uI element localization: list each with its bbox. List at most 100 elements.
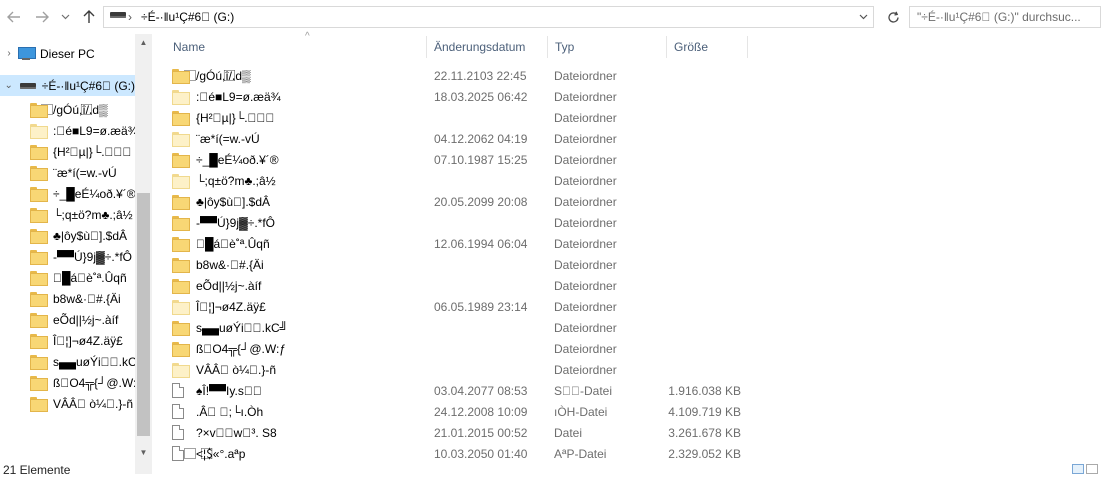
details-view-icon[interactable] [1072,464,1084,474]
file-row[interactable]: :⃞é■L9=ø.æä¾ 18.03.2025 06:42 Dateiordner [162,86,748,107]
recent-locations-button[interactable] [58,6,72,28]
file-row[interactable]: ?×v⃞⃞w⃞³. S8 21.01.2015 00:52 Datei 3.261.6… [162,422,748,443]
sidebar-item-label: Dieser PC [40,46,95,61]
address-dropdown-button[interactable] [853,7,873,27]
breadcrumb-separator[interactable]: › [128,10,132,24]
item-count: 21 Elemente [3,463,71,477]
sidebar-folder-item[interactable]: ß⃞O4╦{┘@.W:ƒ [0,372,143,393]
drive-icon [110,12,126,18]
sidebar-scrollbar[interactable]: ▲ ▼ [135,34,152,474]
file-row[interactable]: ♣|ôy$ù⃞].$dÂ 20.05.2099 20:08 Dateiordner [162,191,748,212]
file-date: 12.06.1994 06:04 [434,236,528,251]
file-row[interactable]: b8w&·⃞#.{Äi Dateiordner [162,254,748,275]
file-row[interactable]: ♠Î!▀▀Iy.s⃞⃞ 03.04.2077 08:53 S⃞⃞-Datei 1.91… [162,380,748,401]
sidebar-folder-item[interactable]: eÕd||½j~.àíf [0,309,118,330]
file-size: 4.109.719 KB [668,404,741,419]
sidebar-folder-item[interactable]: ⃞/gÓú,î/.⃞d▒ [0,99,108,120]
folder-icon [172,321,190,336]
sidebar-folder-item[interactable]: ¨æ*í(=w.-vÚ [0,162,117,183]
sidebar-folder-item[interactable]: ⃞█á⃞è˚ª.Ûqñ [0,267,127,288]
file-row[interactable]: ⃞/gÓú,î/.⃞d▒ 22.11.2103 22:45 Dateiordner [162,65,748,86]
sidebar-folder-item[interactable]: {H²⃞µ|}└.⃞⃞⃞ [0,141,132,162]
file-name-cell[interactable]: .Â⃞ ⃞;└ı.Òh [172,401,263,422]
file-name-cell[interactable]: b8w&·⃞#.{Äi [172,254,264,275]
folder-icon [30,187,48,202]
file-name-cell[interactable]: ⃞<¦$⃞«°.aªp [172,443,245,464]
file-row[interactable]: Î⃞¦]¬ø4Z.äÿ£ 06.05.1989 23:14 Dateiordner [162,296,748,317]
file-name-cell[interactable]: eÕd||½j~.àíf [172,275,261,296]
column-header-type[interactable]: Typ [548,34,666,60]
file-name-cell[interactable]: ÷_█eÉ¼oð.¥´® [172,149,279,170]
file-name-cell[interactable]: ß⃞O4╦{┘@.W:ƒ [172,338,286,359]
sidebar-folder-item[interactable]: └;q±ö?m♣.;â½ [0,204,133,225]
file-name-cell[interactable]: ⃞█á⃞è˚ª.Ûqñ [172,233,270,254]
file-name-cell[interactable]: ?×v⃞⃞w⃞³. S8 [172,422,277,443]
file-row[interactable]: VÂÂ⃞ ò¼⃞.}-ñ Dateiordner [162,359,748,380]
file-row[interactable]: {H²⃞µ|}└.⃞⃞⃞ Dateiordner [162,107,748,128]
file-name-cell[interactable]: s▄▄uøÝi⃞⃞.kC╝ [172,317,288,338]
file-row[interactable]: -▀▀Ú}9j▓÷.*fÔ Dateiordner [162,212,748,233]
sidebar-item-this-pc[interactable]: › Dieser PC [0,43,95,64]
address-toolbar: › ÷É-·‖u¹Ç#6⃞ (G:) "÷É-·‖u¹Ç#6⃞ (G:)" du… [0,0,1101,34]
file-name-cell[interactable]: -▀▀Ú}9j▓÷.*fÔ [172,212,275,233]
file-name: :⃞é■L9=ø.æä¾ [196,89,281,104]
file-size [663,65,741,86]
sidebar-folder-item[interactable]: ÷_█eÉ¼oð.¥´® [0,183,136,204]
collapse-chevron-icon[interactable]: ⌄ [2,80,15,91]
file-row[interactable]: s▄▄uøÝi⃞⃞.kC╝ Dateiordner [162,317,748,338]
sidebar-folder-item[interactable]: Î⃞¦]¬ø4Z.äÿ£ [0,330,123,351]
sidebar-folder-item[interactable]: -▀▀Ú}9j▓÷.*fÔ [0,246,132,267]
file-row[interactable]: eÕd||½j~.àíf Dateiordner [162,275,748,296]
sidebar-folder-item[interactable]: :⃞é■L9=ø.æä¾ [0,120,138,141]
address-bar[interactable]: › ÷É-·‖u¹Ç#6⃞ (G:) [103,6,874,28]
file-name-cell[interactable]: {H²⃞µ|}└.⃞⃞⃞ [172,107,275,128]
file-row[interactable]: ß⃞O4╦{┘@.W:ƒ Dateiordner [162,338,748,359]
computer-icon [18,46,36,61]
sidebar-folder-item[interactable]: b8w&·⃞#.{Äi [0,288,121,309]
file-size [663,296,741,317]
file-row[interactable]: ⃞█á⃞è˚ª.Ûqñ 12.06.1994 06:04 Dateiordner [162,233,748,254]
file-name-cell[interactable]: :⃞é■L9=ø.æä¾ [172,86,281,107]
file-name-cell[interactable]: VÂÂ⃞ ò¼⃞.}-ñ [172,359,276,380]
sidebar-item-label: ♣|ôy$ù⃞].$dÂ [53,228,128,243]
file-name-cell[interactable]: └;q±ö?m♣.;â½ [172,170,276,191]
up-button[interactable] [79,6,99,28]
sidebar-item-label: b8w&·⃞#.{Äi [53,291,121,306]
scroll-up-arrow-icon[interactable]: ▲ [135,34,152,51]
file-name-cell[interactable]: Î⃞¦]¬ø4Z.äÿ£ [172,296,266,317]
file-name-cell[interactable]: ♠Î!▀▀Iy.s⃞⃞ [172,380,262,401]
sidebar-folder-item[interactable]: ♣|ôy$ù⃞].$dÂ [0,225,127,246]
expand-chevron-icon[interactable]: › [2,48,16,59]
file-name-cell[interactable]: ⃞/gÓú,î/.⃞d▒ [172,65,251,86]
folder-icon [30,208,48,223]
refresh-button[interactable] [882,6,904,28]
chevron-down-icon [859,14,868,20]
file-name-cell[interactable]: ♣|ôy$ù⃞].$dÂ [172,191,270,212]
file-row[interactable]: ¨æ*í(=w.-vÚ 04.12.2062 04:19 Dateiordner [162,128,748,149]
sidebar-folder-item[interactable]: s▄▄uøÝi⃞⃞.kC╝ [0,351,145,372]
folder-icon [30,397,48,412]
file-name: ⃞/gÓú,î/.⃞d▒ [196,69,251,83]
column-header-size[interactable]: Größe [667,34,747,60]
sidebar-folder-item[interactable]: VÂÂ⃞ ò¼⃞.}-ñ [0,393,133,414]
file-row[interactable]: └;q±ö?m♣.;â½ Dateiordner [162,170,748,191]
large-icons-view-icon[interactable] [1086,464,1098,474]
column-header-date[interactable]: Änderungsdatum [427,34,547,60]
back-button[interactable] [4,6,24,28]
file-row[interactable]: .Â⃞ ⃞;└ı.Òh 24.12.2008 10:09 ıÒH-Datei 4.10… [162,401,748,422]
file-name-cell[interactable]: ¨æ*í(=w.-vÚ [172,128,260,149]
sidebar-item-label: ⃞/gÓú,î/.⃞d▒ [53,103,108,117]
scroll-down-arrow-icon[interactable]: ▼ [135,444,152,461]
file-icon [172,383,184,398]
sidebar-item-drive[interactable]: ⌄ ÷É-·‖u¹Ç#6⃞ (G:) [0,75,135,96]
column-divider[interactable] [747,36,748,58]
breadcrumb-drive[interactable]: ÷É-·‖u¹Ç#6⃞ (G:) [141,10,234,24]
forward-button[interactable] [32,6,52,28]
file-row[interactable]: ÷_█eÉ¼oð.¥´® 07.10.1987 15:25 Dateiordner [162,149,748,170]
column-header-name[interactable]: Name ^ [166,31,426,60]
search-input[interactable]: "÷É-·‖u¹Ç#6⃞ (G:)" durchsuc... [909,6,1101,28]
scrollbar-thumb[interactable] [137,193,150,436]
file-name: {H²⃞µ|}└.⃞⃞⃞ [196,110,275,125]
file-row[interactable]: ⃞<¦$⃞«°.aªp 10.03.2050 01:40 AªP-Datei 2.32… [162,443,748,464]
file-name: s▄▄uøÝi⃞⃞.kC╝ [196,320,289,335]
